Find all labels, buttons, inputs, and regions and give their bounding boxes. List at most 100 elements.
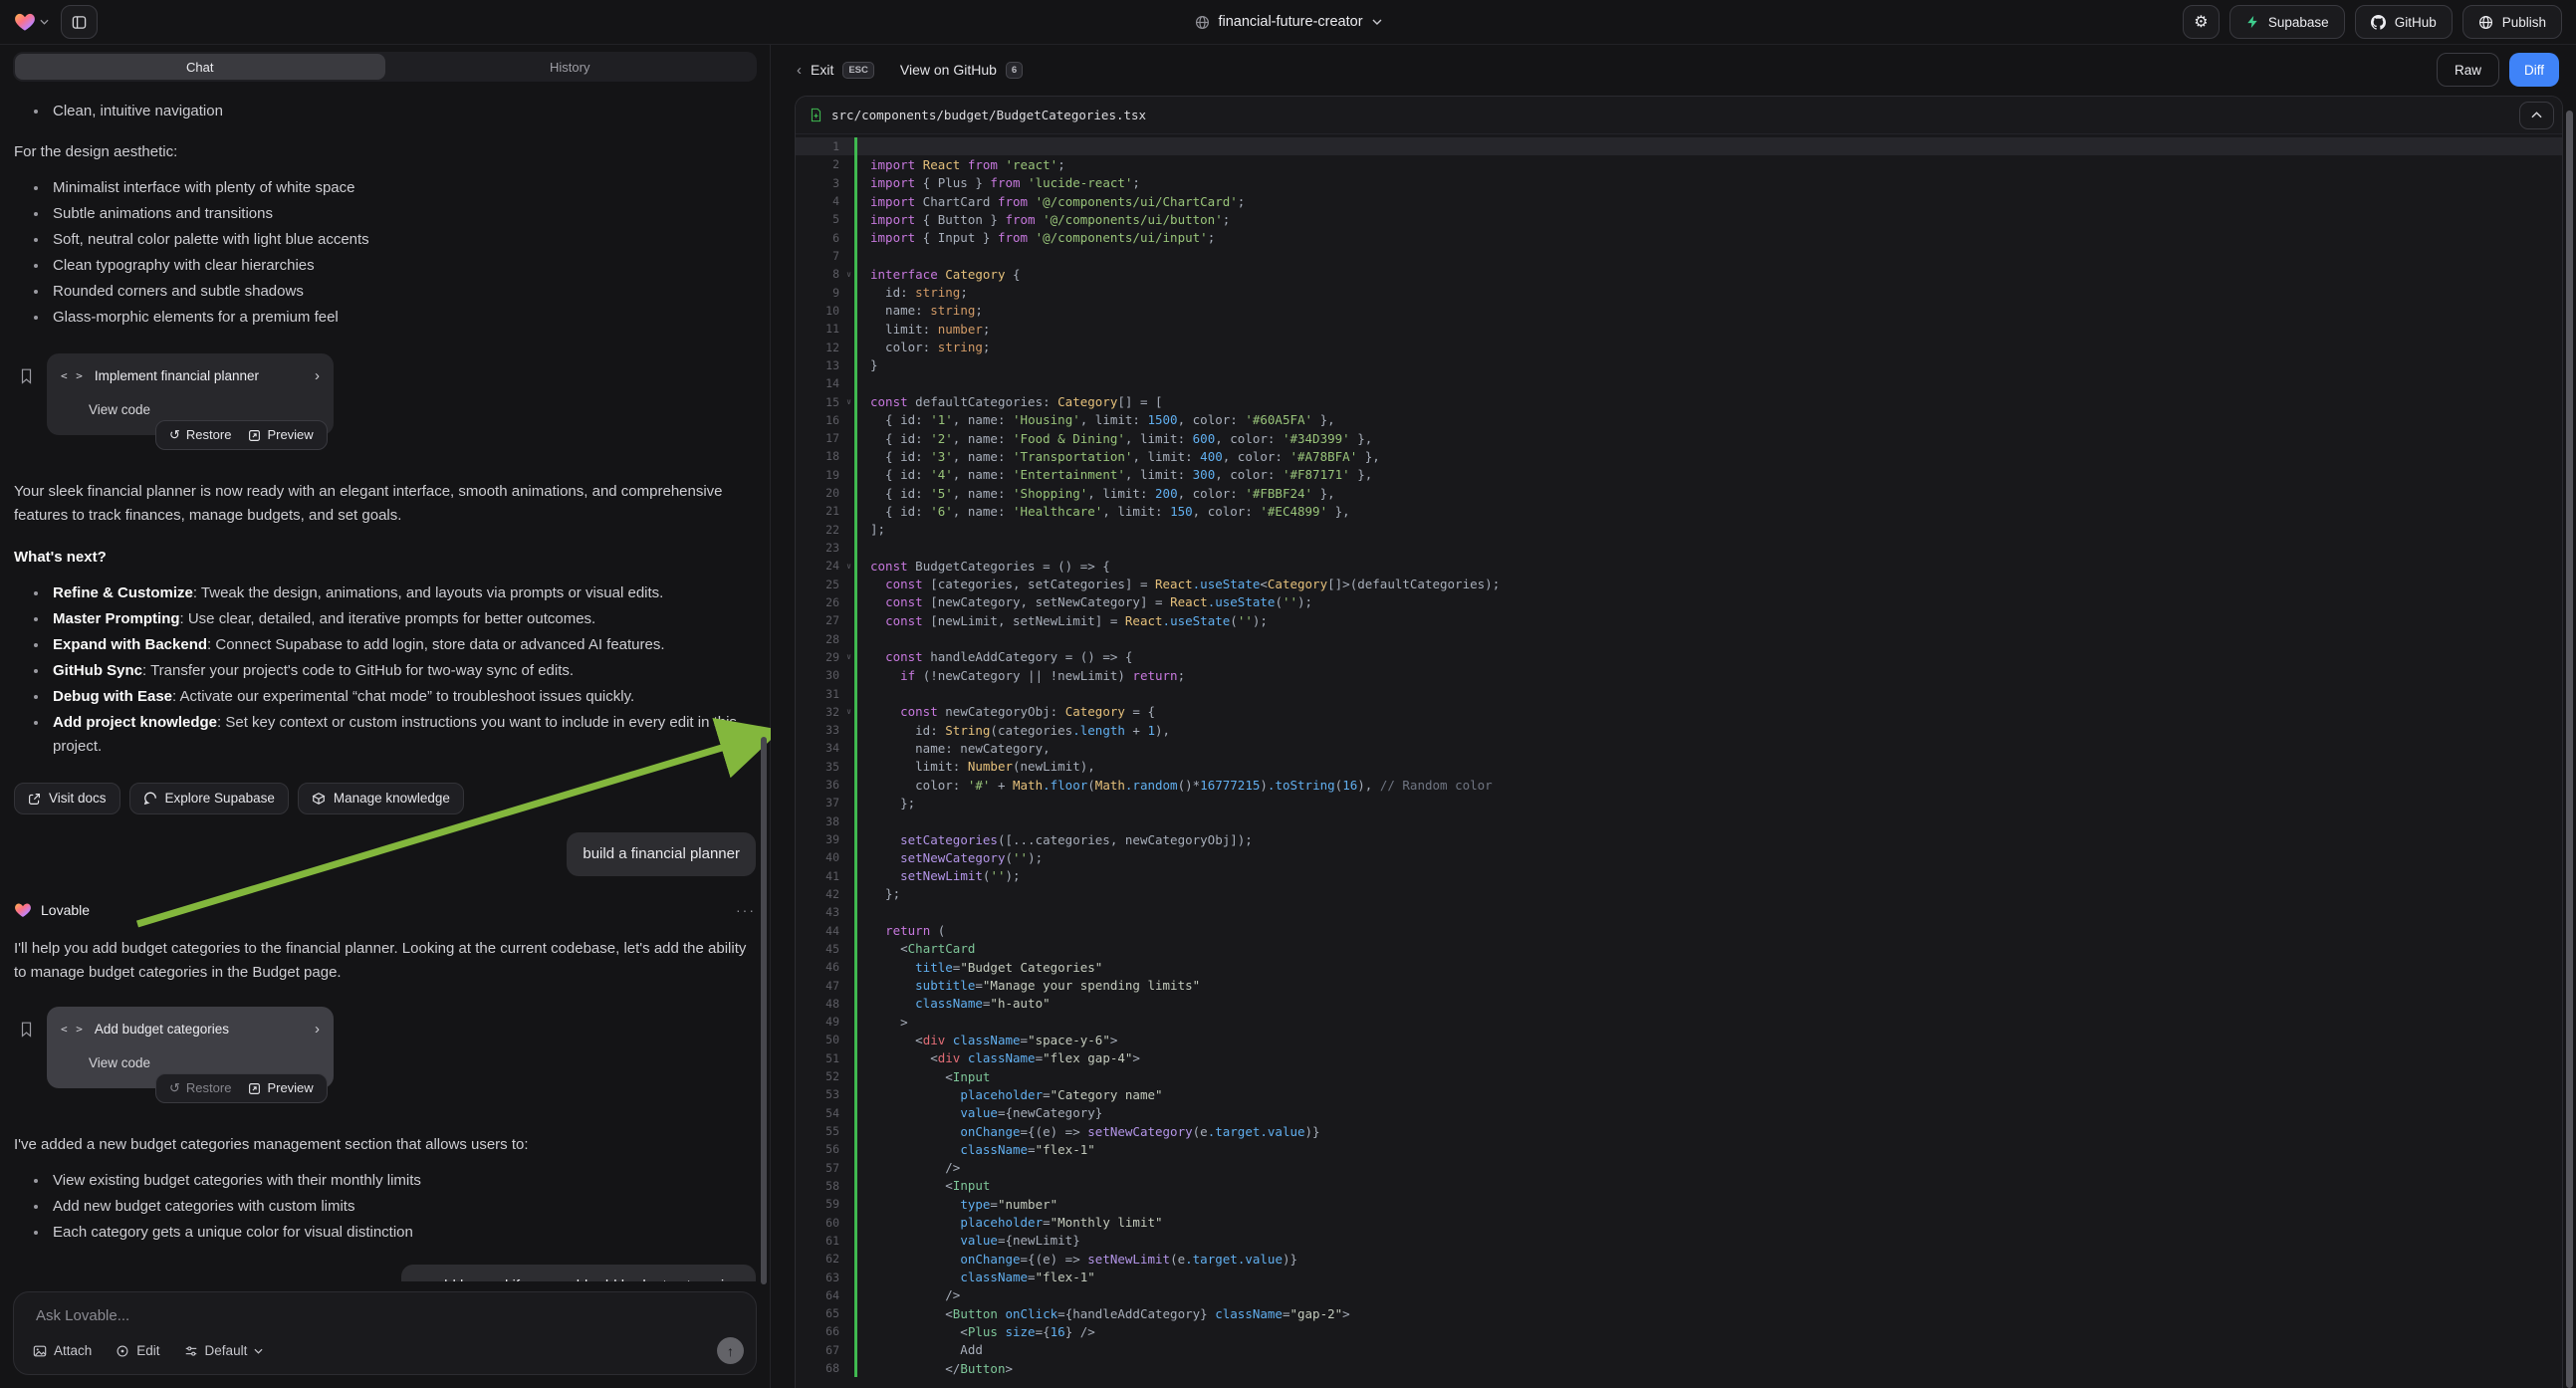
diff-button[interactable]: Diff	[2509, 53, 2559, 87]
project-switcher[interactable]: financial-future-creator	[1194, 14, 1381, 30]
code-line[interactable]: 13}	[796, 356, 2562, 374]
settings-button[interactable]: ⚙	[2183, 5, 2220, 39]
code-line[interactable]: 3import { Plus } from 'lucide-react';	[796, 174, 2562, 192]
code-line[interactable]: 12 color: string;	[796, 338, 2562, 355]
code-line[interactable]: 26 const [newCategory, setNewCategory] =…	[796, 593, 2562, 611]
attach-button[interactable]: Attach	[33, 1343, 92, 1358]
code-line[interactable]: 64 />	[796, 1286, 2562, 1304]
code-line[interactable]: 24∨const BudgetCategories = () => {	[796, 557, 2562, 575]
code-line[interactable]: 14	[796, 374, 2562, 392]
code-editor[interactable]: 12import React from 'react';3import { Pl…	[796, 134, 2562, 1388]
edit-button[interactable]: Edit	[116, 1343, 159, 1358]
code-line[interactable]: 60 placeholder="Monthly limit"	[796, 1213, 2562, 1231]
code-line[interactable]: 41 setNewLimit('');	[796, 867, 2562, 885]
code-line[interactable]: 52 <Input	[796, 1067, 2562, 1085]
sidebar-toggle-button[interactable]	[61, 5, 98, 39]
code-line[interactable]: 8∨interface Category {	[796, 265, 2562, 283]
mode-selector[interactable]: Default	[184, 1343, 264, 1358]
code-line[interactable]: 37 };	[796, 794, 2562, 811]
tab-chat[interactable]: Chat	[15, 54, 385, 80]
code-line[interactable]: 11 limit: number;	[796, 320, 2562, 338]
code-line[interactable]: 43	[796, 903, 2562, 921]
view-on-github-button[interactable]: View on GitHub 6	[900, 62, 1023, 79]
code-line[interactable]: 39 setCategories([...categories, newCate…	[796, 830, 2562, 848]
github-button[interactable]: GitHub	[2355, 5, 2453, 39]
code-line[interactable]: 5import { Button } from '@/components/ui…	[796, 210, 2562, 228]
action-button-visit-docs[interactable]: Visit docs	[14, 783, 120, 814]
code-line[interactable]: 56 className="flex-1"	[796, 1140, 2562, 1158]
code-line[interactable]: 9 id: string;	[796, 284, 2562, 302]
code-line[interactable]: 45 <ChartCard	[796, 940, 2562, 958]
raw-button[interactable]: Raw	[2437, 53, 2499, 87]
code-line[interactable]: 28	[796, 629, 2562, 647]
composer-input[interactable]: Ask Lovable...	[36, 1307, 129, 1324]
action-button-explore-supabase[interactable]: Explore Supabase	[129, 783, 289, 814]
chat-scrollbar[interactable]	[761, 737, 767, 1284]
code-line[interactable]: 47 subtitle="Manage your spending limits…	[796, 976, 2562, 994]
exit-button[interactable]: ‹ Exit ESC	[797, 62, 874, 79]
code-line[interactable]: 22];	[796, 521, 2562, 539]
view-code-link[interactable]: View code	[89, 1051, 320, 1075]
view-code-link[interactable]: View code	[89, 398, 320, 422]
code-line[interactable]: 50 <div className="space-y-6">	[796, 1031, 2562, 1048]
code-line[interactable]: 19 { id: '4', name: 'Entertainment', lim…	[796, 466, 2562, 484]
code-line[interactable]: 49 >	[796, 1013, 2562, 1031]
fold-chevron-icon[interactable]: ∨	[843, 397, 854, 406]
code-line[interactable]: 66 <Plus size={16} />	[796, 1322, 2562, 1340]
code-line[interactable]: 31	[796, 684, 2562, 702]
code-line[interactable]: 57 />	[796, 1159, 2562, 1177]
code-line[interactable]: 59 type="number"	[796, 1195, 2562, 1213]
message-menu-button[interactable]: ···	[736, 898, 756, 922]
code-line[interactable]: 18 { id: '3', name: 'Transportation', li…	[796, 447, 2562, 465]
code-line[interactable]: 48 className="h-auto"	[796, 995, 2562, 1013]
code-line[interactable]: 33 id: String(categories.length + 1),	[796, 721, 2562, 739]
bookmark-icon[interactable]	[20, 368, 33, 384]
code-line[interactable]: 51 <div className="flex gap-4">	[796, 1049, 2562, 1067]
code-line[interactable]: 21 { id: '6', name: 'Healthcare', limit:…	[796, 502, 2562, 520]
fold-chevron-icon[interactable]: ∨	[843, 562, 854, 571]
code-line[interactable]: 44 return (	[796, 921, 2562, 939]
code-line[interactable]: 68 </Button>	[796, 1359, 2562, 1377]
bookmark-icon[interactable]	[20, 1022, 33, 1038]
fold-chevron-icon[interactable]: ∨	[843, 270, 854, 279]
code-line[interactable]: 35 limit: Number(newLimit),	[796, 758, 2562, 776]
preview-button[interactable]: Preview	[248, 423, 313, 447]
lovable-logo[interactable]	[14, 12, 49, 32]
code-line[interactable]: 55 onChange={(e) => setNewCategory(e.tar…	[796, 1122, 2562, 1140]
code-line[interactable]: 63 className="flex-1"	[796, 1268, 2562, 1285]
code-line[interactable]: 34 name: newCategory,	[796, 739, 2562, 757]
code-line[interactable]: 4import ChartCard from '@/components/ui/…	[796, 192, 2562, 210]
code-line[interactable]: 25 const [categories, setCategories] = R…	[796, 576, 2562, 593]
composer[interactable]: Ask Lovable... Attach Edit	[13, 1291, 757, 1375]
code-line[interactable]: 6import { Input } from '@/components/ui/…	[796, 229, 2562, 247]
restore-button[interactable]: ↺Restore	[169, 1076, 231, 1100]
publish-button[interactable]: Publish	[2462, 5, 2562, 39]
code-line[interactable]: 32∨ const newCategoryObj: Category = {	[796, 703, 2562, 721]
code-line[interactable]: 62 onChange={(e) => setNewLimit(e.target…	[796, 1250, 2562, 1268]
code-line[interactable]: 38	[796, 812, 2562, 830]
code-line[interactable]: 15∨const defaultCategories: Category[] =…	[796, 392, 2562, 410]
action-button-manage-knowledge[interactable]: Manage knowledge	[298, 783, 464, 814]
code-line[interactable]: 46 title="Budget Categories"	[796, 958, 2562, 976]
code-line[interactable]: 67 Add	[796, 1341, 2562, 1359]
preview-button[interactable]: Preview	[248, 1076, 313, 1100]
fold-chevron-icon[interactable]: ∨	[843, 652, 854, 661]
code-line[interactable]: 17 { id: '2', name: 'Food & Dining', lim…	[796, 429, 2562, 447]
chat-message-list[interactable]: Clean, intuitive navigationFor the desig…	[0, 82, 770, 1281]
code-line[interactable]: 1	[796, 137, 2562, 155]
window-scrollbar[interactable]	[2566, 111, 2573, 1388]
code-line[interactable]: 30 if (!newCategory || !newLimit) return…	[796, 666, 2562, 684]
code-line[interactable]: 54 value={newCategory}	[796, 1104, 2562, 1122]
code-line[interactable]: 10 name: string;	[796, 302, 2562, 320]
collapse-button[interactable]	[2519, 102, 2554, 129]
code-line[interactable]: 2import React from 'react';	[796, 155, 2562, 173]
send-button[interactable]: ↑	[717, 1337, 744, 1364]
code-line[interactable]: 27 const [newLimit, setNewLimit] = React…	[796, 611, 2562, 629]
tab-history[interactable]: History	[385, 54, 756, 80]
code-line[interactable]: 23	[796, 539, 2562, 557]
code-line[interactable]: 7	[796, 247, 2562, 265]
supabase-button[interactable]: Supabase	[2229, 5, 2345, 39]
code-line[interactable]: 16 { id: '1', name: 'Housing', limit: 15…	[796, 411, 2562, 429]
code-line[interactable]: 29∨ const handleAddCategory = () => {	[796, 648, 2562, 666]
code-line[interactable]: 40 setNewCategory('');	[796, 848, 2562, 866]
